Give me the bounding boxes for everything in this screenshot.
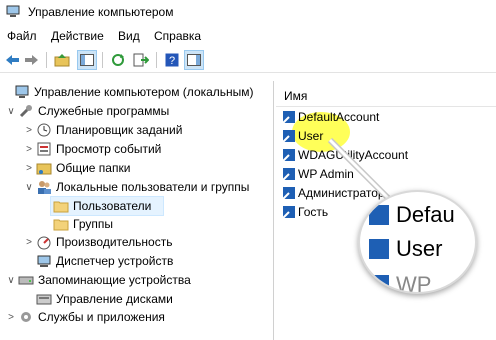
magnified-text: WP bbox=[396, 272, 432, 294]
magnifier-lens: Defau User WP bbox=[358, 190, 477, 294]
magnified-text: Defau bbox=[396, 202, 455, 227]
magnified-item: Defau bbox=[368, 202, 455, 228]
magnified-text: User bbox=[396, 236, 443, 261]
user-icon bbox=[368, 274, 390, 292]
user-icon bbox=[368, 238, 390, 260]
user-icon bbox=[368, 204, 390, 226]
magnified-item: User bbox=[368, 236, 442, 262]
magnified-item: WP bbox=[368, 272, 432, 294]
